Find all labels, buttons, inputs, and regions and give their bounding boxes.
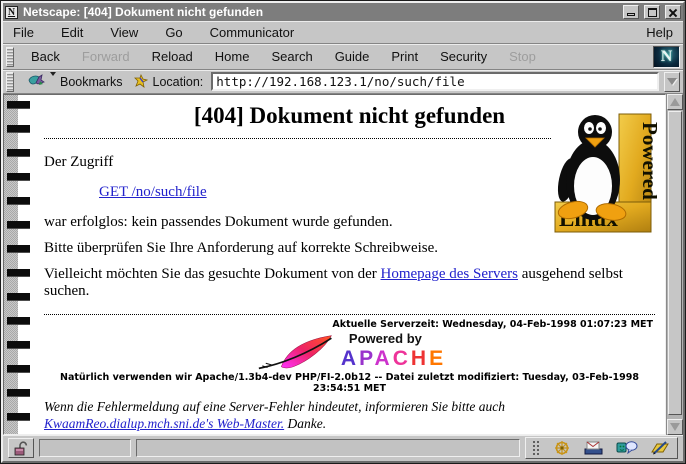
chevron-down-icon xyxy=(667,78,677,85)
apache-feather-icon xyxy=(253,333,339,371)
url-history-dropdown-button[interactable] xyxy=(664,72,680,92)
discussions-icon[interactable] xyxy=(616,440,638,456)
footer-text: Wenn die Fehlermeldung auf eine Server-F… xyxy=(44,399,655,433)
divider-bottom xyxy=(44,314,655,315)
stop-button: Stop xyxy=(498,46,547,67)
security-lock-button[interactable] xyxy=(8,438,34,458)
scrollbar-thumb[interactable] xyxy=(668,111,682,415)
mailbox-icon[interactable] xyxy=(583,440,605,456)
close-button[interactable] xyxy=(665,5,681,19)
chevron-up-icon xyxy=(670,98,680,106)
menu-edit[interactable]: Edit xyxy=(61,25,83,40)
netscape-app-icon: N xyxy=(5,6,18,19)
back-button[interactable]: Back xyxy=(20,46,71,67)
netscape-logo-throbber[interactable]: N xyxy=(653,46,680,68)
reload-button[interactable]: Reload xyxy=(141,46,204,67)
request-line: GET /no/such/file xyxy=(99,184,655,201)
browser-viewport: Linux Powered xyxy=(3,94,666,435)
minimize-button[interactable] xyxy=(623,5,639,19)
bookmark-dropdown-arrow xyxy=(50,72,56,76)
scroll-down-button[interactable] xyxy=(667,419,683,435)
netscape-window: N Netscape: [404] Dokument nicht gefunde… xyxy=(0,0,686,464)
menu-bar: File Edit View Go Communicator Help xyxy=(3,21,683,44)
advice-text: Bitte überprüfen Sie Ihre Anforderung au… xyxy=(44,240,655,257)
page-body: [404] Dokument nicht gefunden Der Zugrif… xyxy=(44,97,655,434)
webmaster-link[interactable]: KwaamReo.dialup.mch.sni.de's Web-Master. xyxy=(44,416,284,431)
apache-logo: Powered by APACHE xyxy=(44,331,655,371)
minimize-icon xyxy=(627,13,635,16)
status-bar xyxy=(3,435,683,461)
composer-icon[interactable] xyxy=(649,440,671,456)
location-bar: Bookmarks Location: xyxy=(3,70,683,94)
request-link[interactable]: GET /no/such/file xyxy=(99,184,207,200)
guide-button[interactable]: Guide xyxy=(324,46,381,67)
menu-communicator[interactable]: Communicator xyxy=(210,25,295,40)
security-button[interactable]: Security xyxy=(429,46,498,67)
homepage-link[interactable]: Homepage des Servers xyxy=(381,266,518,282)
status-message-panel xyxy=(136,439,520,457)
maximize-icon xyxy=(648,8,657,17)
maximize-button[interactable] xyxy=(644,5,660,19)
divider-top xyxy=(44,138,551,139)
server-time-text: Aktuelle Serverzeit: Wednesday, 04-Feb-1… xyxy=(44,319,653,330)
home-button[interactable]: Home xyxy=(204,46,261,67)
menu-view[interactable]: View xyxy=(110,25,138,40)
title-bar[interactable]: N Netscape: [404] Dokument nicht gefunde… xyxy=(3,3,683,21)
menu-file[interactable]: File xyxy=(13,25,34,40)
scroll-up-button[interactable] xyxy=(667,94,683,110)
page-title: [404] Dokument nicht gefunden xyxy=(44,103,655,129)
intro-text: Der Zugriff xyxy=(44,154,655,171)
apache-powered-by: Powered by xyxy=(349,331,446,346)
print-button[interactable]: Print xyxy=(380,46,429,67)
forward-button: Forward xyxy=(71,46,141,67)
unlock-icon xyxy=(13,441,29,456)
menu-help[interactable]: Help xyxy=(646,25,673,40)
bookmarks-label: Bookmarks xyxy=(60,75,123,89)
url-input[interactable] xyxy=(211,72,659,91)
status-progress-panel xyxy=(39,439,131,457)
component-bar xyxy=(525,437,678,459)
content-row: Linux Powered xyxy=(3,94,683,435)
navigation-toolbar: Back Forward Reload Home Search Guide Pr… xyxy=(3,44,683,70)
navigator-icon[interactable] xyxy=(552,440,572,456)
location-chip: Location: xyxy=(131,73,207,90)
result-text: war erfolglos: kein passendes Dokument w… xyxy=(44,214,655,231)
menu-go[interactable]: Go xyxy=(165,25,182,40)
server-info-text: Natürlich verwenden wir Apache/1.3b4-dev… xyxy=(44,372,655,394)
chevron-down-icon xyxy=(670,423,680,431)
component-bar-grip[interactable] xyxy=(532,440,541,456)
apache-logo-name: APACHE xyxy=(341,347,446,371)
vertical-scrollbar[interactable] xyxy=(666,94,683,435)
toolbar-grip[interactable] xyxy=(6,47,14,67)
search-button[interactable]: Search xyxy=(260,46,323,67)
bookmark-icon xyxy=(28,74,48,89)
location-bar-grip[interactable] xyxy=(6,72,14,92)
spiral-coils-decoration xyxy=(7,95,30,434)
suggestion-text: Vielleicht möchten Sie das gesuchte Doku… xyxy=(44,266,655,300)
window-title: Netscape: [404] Dokument nicht gefunden xyxy=(23,5,618,19)
window-frame: N Netscape: [404] Dokument nicht gefunde… xyxy=(1,1,685,463)
location-label: Location: xyxy=(153,75,204,89)
bookmarks-button[interactable]: Bookmarks xyxy=(25,73,126,90)
location-icon xyxy=(134,74,149,89)
